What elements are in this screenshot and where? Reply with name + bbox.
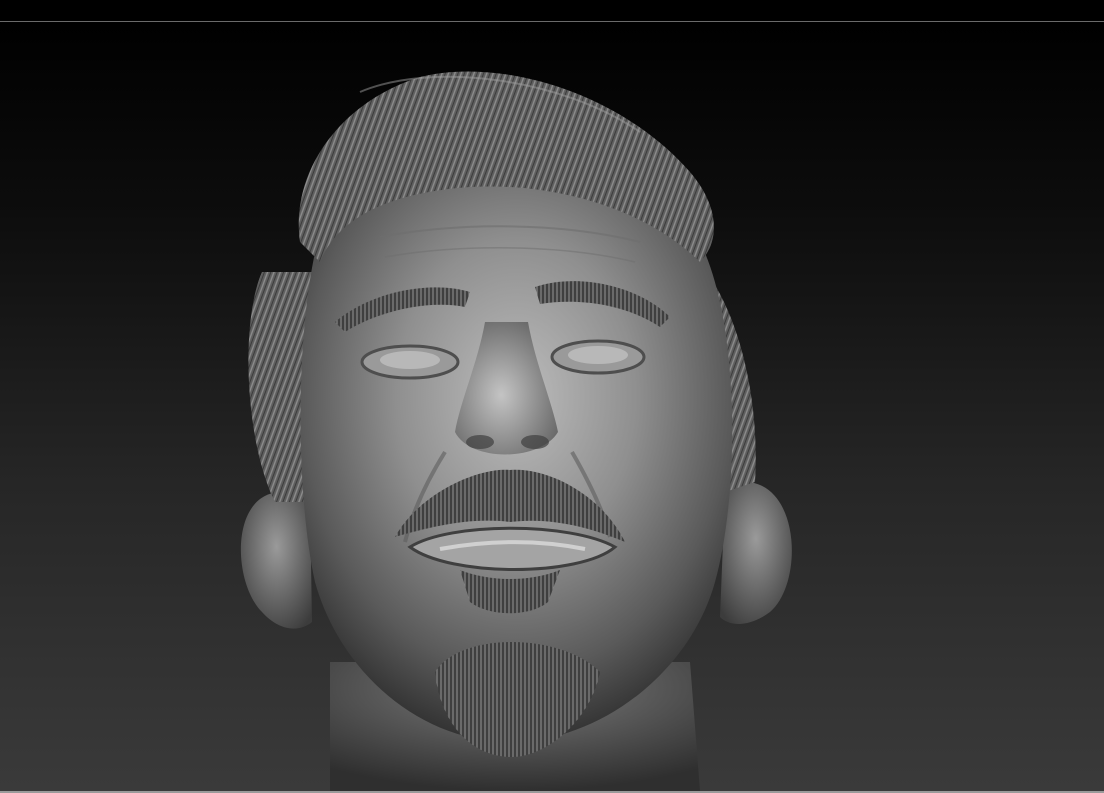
left-ear — [240, 492, 312, 629]
sculpt-app — [0, 0, 1104, 793]
top-bar — [0, 0, 1104, 21]
sculpt-model[interactable] — [0, 22, 1104, 791]
viewport-canvas[interactable] — [0, 22, 1104, 791]
right-ear — [720, 481, 792, 624]
